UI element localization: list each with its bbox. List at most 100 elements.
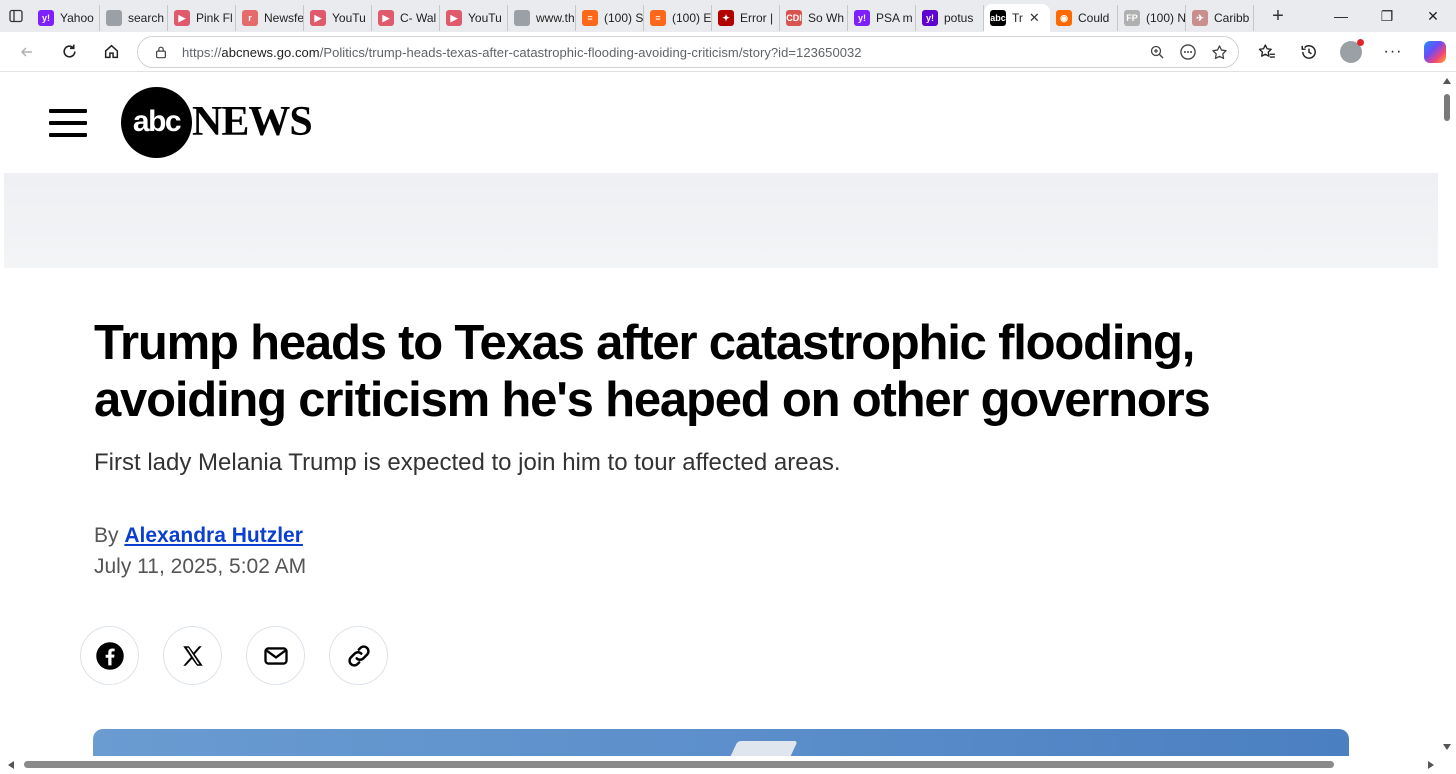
article-subhead: First lady Melania Trump is expected to …	[94, 449, 841, 476]
tab[interactable]: y! potus	[916, 5, 984, 31]
share-buttons	[80, 626, 388, 685]
tab-favicon-icon: ✦	[718, 10, 734, 26]
favorites-button[interactable]	[1246, 32, 1288, 72]
tab-favicon-icon: ✈	[1192, 10, 1208, 26]
reader-mode-icon[interactable]	[1179, 43, 1197, 61]
tab[interactable]: FP (100) N	[1118, 5, 1186, 31]
vertical-scrollbar[interactable]	[1438, 72, 1456, 756]
publish-date: July 11, 2025, 5:02 AM	[94, 555, 307, 578]
tab-label: Newsfe	[264, 11, 303, 25]
tab-label: www.th	[536, 11, 575, 25]
toolbar-right-actions: ···	[1246, 32, 1456, 72]
tab[interactable]: ▶ Pink Fl	[168, 5, 236, 31]
favorite-star-icon[interactable]	[1211, 44, 1228, 61]
refresh-button[interactable]	[48, 32, 90, 72]
vertical-scroll-thumb[interactable]	[1444, 94, 1450, 121]
back-button[interactable]	[6, 32, 48, 72]
more-dots-icon: ···	[1383, 43, 1403, 60]
tab-label: PSA m	[876, 11, 913, 25]
hamburger-line	[49, 109, 87, 113]
history-button[interactable]	[1288, 32, 1330, 72]
browser-tab-strip: y! Yahoo search ▶ Pink Fl r Newsfe ▶ YouTu ▶ C- Wa…	[0, 0, 1456, 32]
hamburger-line	[49, 133, 87, 137]
tab[interactable]: CDI So Wh	[780, 5, 848, 31]
scroll-up-arrow-icon[interactable]	[1443, 78, 1451, 84]
facebook-icon	[95, 641, 124, 670]
tab-favicon-icon: abc	[990, 10, 1006, 26]
url-path: /Politics/trump-heads-texas-after-catast…	[319, 44, 862, 60]
close-window-button[interactable]: ✕	[1410, 0, 1456, 32]
tab[interactable]: ✦ Error |	[712, 5, 780, 31]
horizontal-scroll-thumb[interactable]	[24, 761, 1334, 768]
address-bar[interactable]: https://abcnews.go.com/Politics/trump-he…	[137, 36, 1239, 68]
back-arrow-icon	[20, 46, 32, 57]
copilot-button[interactable]	[1414, 32, 1456, 72]
tab-favicon-icon: y!	[922, 10, 938, 26]
tab-list: y! Yahoo search ▶ Pink Fl r Newsfe ▶ YouTu ▶ C- Wa…	[32, 0, 1254, 32]
tab[interactable]: ✈ Caribb	[1186, 5, 1254, 31]
close-tab-icon[interactable]: ✕	[1029, 10, 1040, 26]
scrollbar-corner	[1438, 756, 1456, 774]
news-wordmark: NEWS	[192, 99, 313, 145]
tab[interactable]: y! PSA m	[848, 5, 916, 31]
tab-label: Error |	[740, 11, 774, 25]
hero-image-detail	[728, 741, 798, 756]
web-page: abc NEWS Trump heads to Texas after cata…	[4, 72, 1438, 756]
tab-label: C- Wal	[400, 11, 437, 25]
zoom-icon[interactable]	[1149, 44, 1165, 60]
tab[interactable]: ▶ C- Wal	[372, 5, 440, 31]
share-email-button[interactable]	[246, 626, 305, 685]
new-tab-button[interactable]: +	[1262, 0, 1294, 32]
tab-label: potus	[944, 11, 974, 25]
menu-button[interactable]	[49, 109, 87, 137]
share-x-button[interactable]	[163, 626, 222, 685]
tab-active[interactable]: abc Tr ✕	[984, 4, 1050, 32]
tab[interactable]: ◉ Could	[1050, 5, 1118, 31]
tab-favicon-icon: ▶	[310, 10, 326, 26]
article-headline: Trump heads to Texas after catastrophic …	[94, 316, 1211, 427]
tab-label: YouTu	[468, 11, 502, 25]
restore-button[interactable]: ❐	[1364, 0, 1410, 32]
hamburger-line	[49, 121, 87, 125]
tab-favicon-icon: ◉	[1056, 10, 1072, 26]
tab-label: YouTu	[332, 11, 366, 25]
tab[interactable]: www.th	[508, 5, 576, 31]
tab-actions-button[interactable]	[0, 0, 32, 32]
tab[interactable]: ≡ (100) S	[576, 5, 644, 31]
settings-more-button[interactable]: ···	[1372, 32, 1414, 72]
tab[interactable]: ▶ YouTu	[440, 5, 508, 31]
copilot-icon	[1424, 41, 1446, 63]
url-scheme: https://	[182, 44, 222, 60]
tab-favicon-icon	[514, 10, 530, 26]
tab[interactable]: ▶ YouTu	[304, 5, 372, 31]
horizontal-scrollbar[interactable]	[0, 756, 1438, 774]
copy-link-button[interactable]	[329, 626, 388, 685]
link-icon	[347, 644, 370, 667]
minimize-button[interactable]: —	[1318, 0, 1364, 32]
author-link[interactable]: Alexandra Hutzler	[124, 524, 303, 547]
home-icon	[104, 44, 118, 59]
profile-button[interactable]	[1330, 32, 1372, 72]
tab-favicon-icon: y!	[854, 10, 870, 26]
scroll-left-arrow-icon[interactable]	[8, 761, 14, 769]
tab[interactable]: r Newsfe	[236, 5, 304, 31]
tab-favicon-icon	[106, 10, 122, 26]
window-controls: — ❐ ✕	[1318, 0, 1456, 32]
tab-favicon-icon: ▶	[378, 10, 394, 26]
tab-actions-icon	[9, 9, 23, 23]
refresh-icon	[62, 44, 76, 58]
plus-icon: +	[1272, 4, 1284, 27]
lock-icon[interactable]	[154, 45, 168, 59]
tab-favicon-icon: ≡	[582, 10, 598, 26]
tab-favicon-icon: y!	[38, 10, 54, 26]
scroll-right-arrow-icon[interactable]	[1428, 761, 1434, 769]
home-button[interactable]	[90, 32, 132, 72]
tab[interactable]: y! Yahoo	[32, 5, 100, 31]
share-facebook-button[interactable]	[80, 626, 139, 685]
tab[interactable]: search	[100, 5, 168, 31]
scroll-down-arrow-icon[interactable]	[1443, 744, 1451, 750]
tab[interactable]: ≡ (100) E	[644, 5, 712, 31]
abc-news-logo[interactable]: abc NEWS	[121, 86, 313, 158]
byline-prefix: By	[94, 524, 119, 547]
url-host: abcnews.go.com	[221, 44, 320, 60]
